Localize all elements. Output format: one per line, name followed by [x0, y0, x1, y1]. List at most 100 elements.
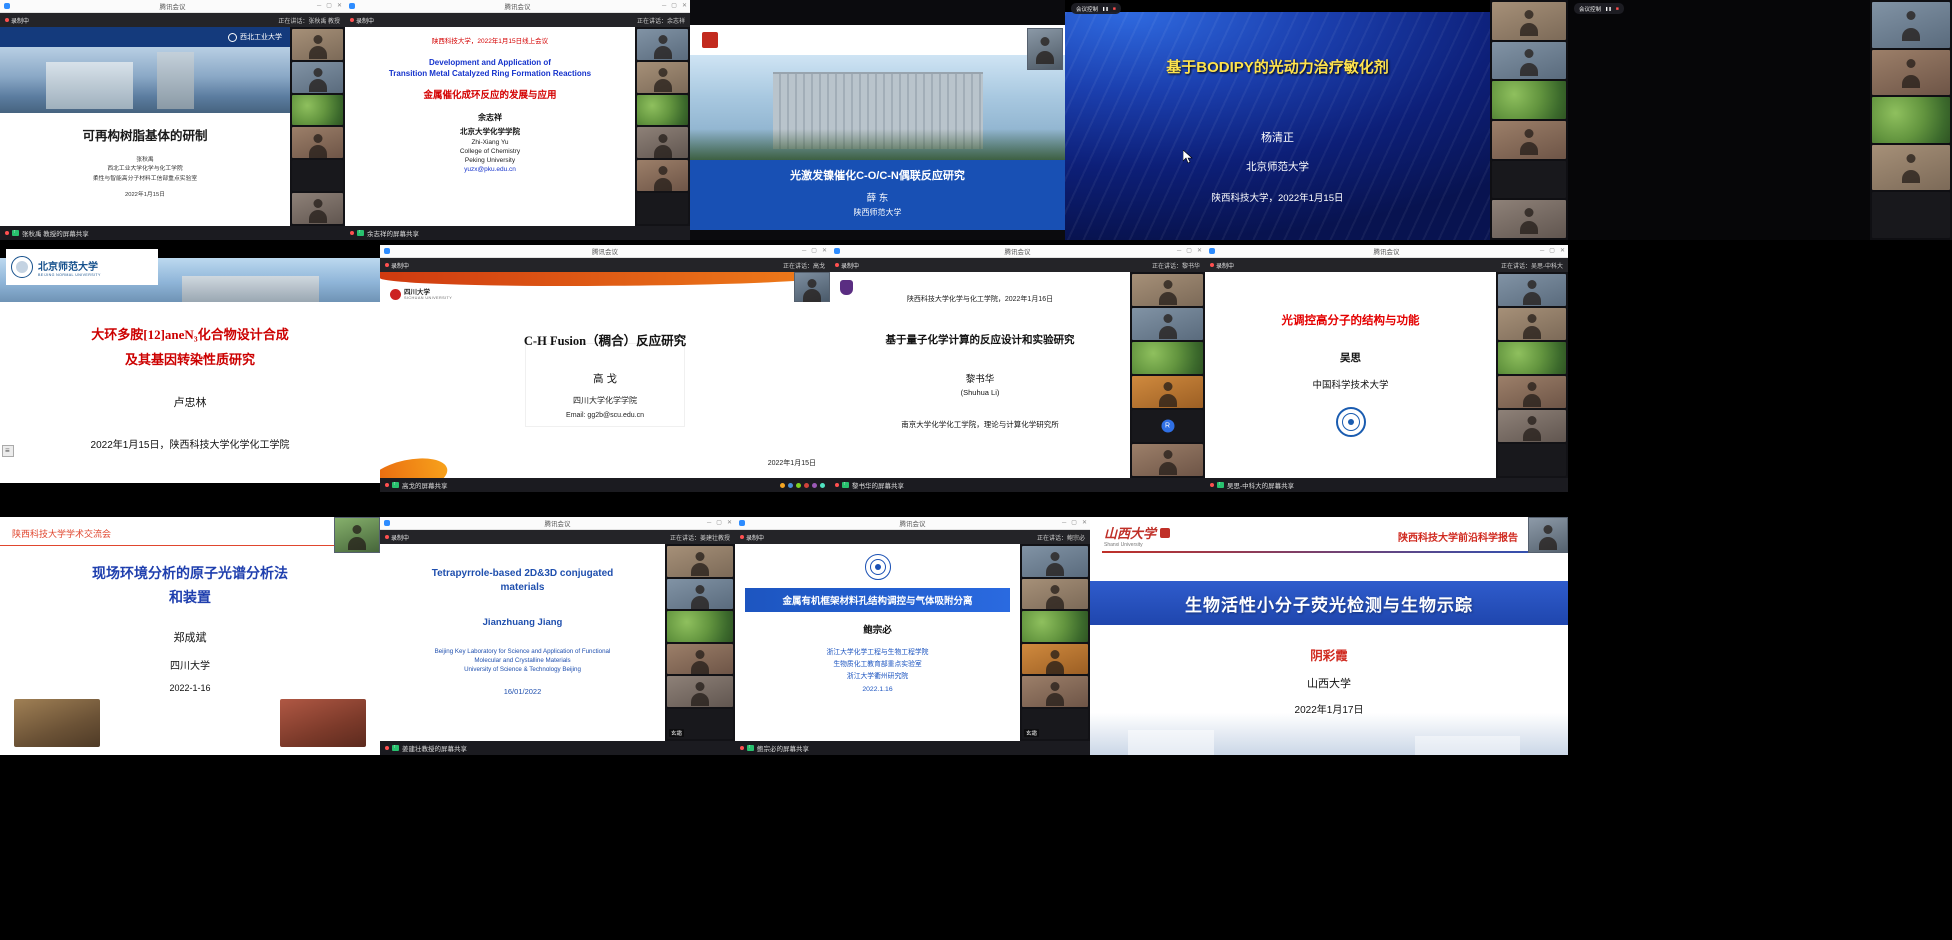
- maximize-button[interactable]: [1071, 520, 1077, 526]
- participant-video-tile[interactable]: [1132, 376, 1203, 408]
- maximize-button[interactable]: [1186, 248, 1192, 254]
- self-view-video[interactable]: [1027, 28, 1063, 70]
- self-view-video[interactable]: [1528, 517, 1568, 553]
- self-view-video[interactable]: [794, 272, 830, 302]
- participant-video-tile[interactable]: [1132, 274, 1203, 306]
- participant-video-tile[interactable]: [1022, 676, 1088, 707]
- participant-video-tile[interactable]: [1498, 342, 1566, 374]
- participant-video-tile[interactable]: [1492, 121, 1566, 159]
- participant-video-tile[interactable]: [1492, 161, 1566, 199]
- pause-recording-button[interactable]: [1605, 6, 1612, 12]
- participant-video-tile[interactable]: [1022, 546, 1088, 577]
- minimize-button[interactable]: [317, 3, 321, 9]
- participant-video-tile[interactable]: [667, 546, 733, 577]
- participant-sidebar[interactable]: [290, 27, 345, 226]
- titlebar[interactable]: 腾讯会议: [380, 517, 735, 530]
- maximize-button[interactable]: [671, 3, 677, 9]
- participant-video-tile[interactable]: [1872, 97, 1950, 143]
- participant-video-tile[interactable]: [1872, 145, 1950, 191]
- participant-video-tile[interactable]: [292, 29, 343, 60]
- participant-video-tile[interactable]: [292, 62, 343, 93]
- participant-video-tile[interactable]: [1022, 644, 1088, 675]
- participant-video-tile[interactable]: [1872, 50, 1950, 96]
- titlebar[interactable]: 腾讯会议: [380, 245, 830, 258]
- minimize-button[interactable]: [662, 3, 666, 9]
- pause-recording-button[interactable]: [1102, 6, 1109, 12]
- participant-video-tile[interactable]: [292, 160, 343, 191]
- participant-video-tile[interactable]: [637, 62, 688, 93]
- reaction-icon[interactable]: [780, 483, 785, 488]
- minimize-button[interactable]: [1540, 248, 1544, 254]
- minimize-button[interactable]: [707, 520, 711, 526]
- maximize-button[interactable]: [1549, 248, 1555, 254]
- participant-sidebar[interactable]: [1870, 0, 1952, 240]
- participant-video-tile[interactable]: [1132, 342, 1203, 374]
- participant-video-tile[interactable]: [667, 676, 733, 707]
- participant-video-tile[interactable]: [1132, 308, 1203, 340]
- titlebar[interactable]: 腾讯会议: [345, 0, 690, 13]
- reaction-icon[interactable]: [796, 483, 801, 488]
- titlebar[interactable]: 腾讯会议: [1205, 245, 1568, 258]
- titlebar[interactable]: 腾讯会议: [735, 517, 1090, 530]
- maximize-button[interactable]: [811, 248, 817, 254]
- participant-video-tile[interactable]: 玄霜: [667, 709, 733, 740]
- participant-sidebar[interactable]: R: [1130, 272, 1205, 478]
- participant-video-tile[interactable]: [1872, 192, 1950, 238]
- reaction-icon[interactable]: [804, 483, 809, 488]
- titlebar[interactable]: 腾讯会议: [0, 0, 345, 13]
- participant-video-tile[interactable]: [1132, 444, 1203, 476]
- participant-video-tile[interactable]: [1498, 376, 1566, 408]
- participant-video-tile[interactable]: [637, 95, 688, 126]
- self-view-video[interactable]: [334, 517, 380, 553]
- close-button[interactable]: [337, 3, 342, 9]
- minimize-button[interactable]: [1062, 520, 1066, 526]
- participant-video-tile[interactable]: [1492, 200, 1566, 238]
- maximize-button[interactable]: [716, 520, 722, 526]
- participant-video-tile[interactable]: R: [1132, 410, 1203, 442]
- close-button[interactable]: [1082, 520, 1087, 526]
- participant-video-tile[interactable]: [1492, 81, 1566, 119]
- participant-video-tile[interactable]: [292, 95, 343, 126]
- participant-video-tile[interactable]: [1498, 444, 1566, 476]
- participant-video-tile[interactable]: [1872, 2, 1950, 48]
- close-button[interactable]: [682, 3, 687, 9]
- participant-video-tile[interactable]: 玄霜: [1022, 709, 1088, 740]
- toolbar: 录制中 正在讲话：余志祥: [345, 13, 690, 27]
- minimize-button[interactable]: [1177, 248, 1181, 254]
- participant-video-tile[interactable]: [667, 579, 733, 610]
- close-button[interactable]: [1197, 248, 1202, 254]
- participant-video-tile[interactable]: [1498, 274, 1566, 306]
- close-button[interactable]: [1560, 248, 1565, 254]
- participant-video-tile[interactable]: [637, 29, 688, 60]
- participant-sidebar[interactable]: 玄霜: [1020, 544, 1090, 741]
- participant-video-tile[interactable]: [1492, 42, 1566, 80]
- participant-sidebar[interactable]: [635, 27, 690, 226]
- participant-video-tile[interactable]: [292, 127, 343, 158]
- participant-video-tile[interactable]: [1022, 579, 1088, 610]
- reaction-icon[interactable]: [788, 483, 793, 488]
- participant-video-tile[interactable]: [637, 160, 688, 191]
- maximize-button[interactable]: [326, 3, 332, 9]
- close-button[interactable]: [727, 520, 732, 526]
- stop-recording-button[interactable]: [1616, 6, 1619, 12]
- participant-video-tile[interactable]: [1492, 2, 1566, 40]
- participant-video-tile[interactable]: [637, 127, 688, 158]
- participant-sidebar[interactable]: [1496, 272, 1568, 478]
- participant-sidebar[interactable]: 玄霜: [665, 544, 735, 741]
- reaction-icons[interactable]: [780, 483, 825, 488]
- hamburger-menu-icon[interactable]: [2, 445, 14, 457]
- reaction-icon[interactable]: [820, 483, 825, 488]
- participant-video-tile[interactable]: [637, 193, 688, 224]
- participant-video-tile[interactable]: [1022, 611, 1088, 642]
- participant-video-tile[interactable]: [667, 644, 733, 675]
- reaction-icon[interactable]: [812, 483, 817, 488]
- participant-video-tile[interactable]: [1498, 308, 1566, 340]
- stop-recording-button[interactable]: [1113, 6, 1116, 12]
- participant-sidebar[interactable]: [1490, 0, 1568, 240]
- participant-video-tile[interactable]: [1498, 410, 1566, 442]
- minimize-button[interactable]: [802, 248, 806, 254]
- titlebar[interactable]: 腾讯会议: [830, 245, 1205, 258]
- close-button[interactable]: [822, 248, 827, 254]
- participant-video-tile[interactable]: [292, 193, 343, 224]
- participant-video-tile[interactable]: [667, 611, 733, 642]
